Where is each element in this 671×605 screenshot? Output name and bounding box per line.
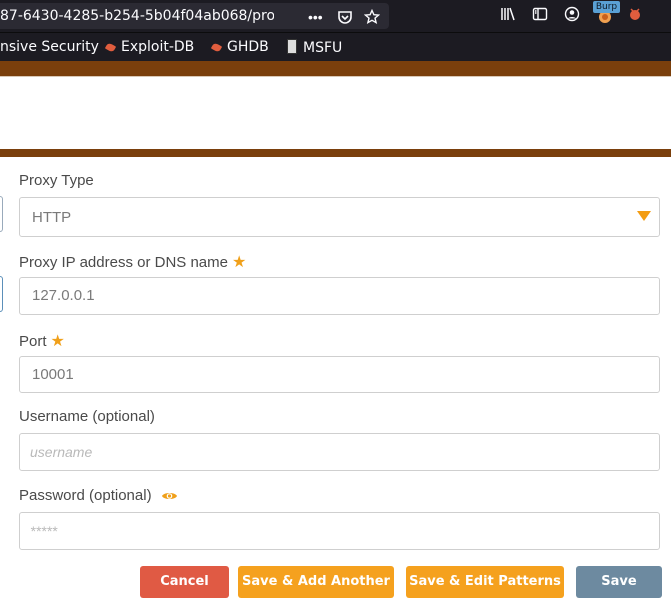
username-placeholder: username: [30, 444, 93, 460]
password-placeholder: *****: [30, 523, 58, 539]
bookmark-label: nsive Security: [0, 39, 99, 55]
username-field[interactable]: username: [19, 433, 660, 471]
bookmark-offensive-security[interactable]: nsive Security: [0, 39, 99, 55]
bookmark-ghdb[interactable]: GHDB: [210, 39, 269, 55]
password-label: Password (optional): [19, 487, 178, 506]
proxy-type-select[interactable]: HTTP: [19, 197, 660, 237]
bookmark-label: MSFU: [303, 40, 343, 56]
bookmark-label: GHDB: [227, 39, 269, 55]
port-label-text: Port: [19, 333, 47, 350]
proxy-ip-value: 127.0.0.1: [32, 287, 95, 304]
port-value: 10001: [32, 366, 74, 383]
ghdb-icon: [210, 42, 223, 53]
save-edit-patterns-button[interactable]: Save & Edit Patterns: [406, 566, 564, 598]
eye-icon[interactable]: [161, 489, 178, 506]
header-band-line: [0, 76, 671, 77]
bookmarks-toolbar: nsive Security Exploit-DB GHDB MSFU: [0, 32, 671, 62]
url-text[interactable]: 87-6430-4285-b254-5b04f04ab068/pro: [0, 8, 274, 24]
left-panel-edge: [0, 276, 3, 312]
proxy-ip-label: Proxy IP address or DNS name ★: [19, 252, 246, 272]
save-add-another-button[interactable]: Save & Add Another: [238, 566, 394, 598]
sidebar-icon[interactable]: [532, 6, 548, 25]
msfu-icon: [287, 39, 297, 54]
bookmark-label: Exploit-DB: [121, 39, 195, 55]
header-band-top: [0, 61, 671, 77]
proxy-type-value: HTTP: [32, 209, 72, 226]
username-label: Username (optional): [19, 408, 155, 425]
required-star-icon: ★: [50, 333, 65, 350]
header-band-bottom: [0, 149, 671, 157]
extension-icon[interactable]: [627, 6, 643, 25]
browser-toolbar: 87-6430-4285-b254-5b04f04ab068/pro ••• B…: [0, 0, 671, 32]
bookmark-exploit-db[interactable]: Exploit-DB: [104, 39, 195, 55]
url-bar[interactable]: 87-6430-4285-b254-5b04f04ab068/pro •••: [0, 3, 389, 29]
account-icon[interactable]: [564, 6, 580, 25]
pocket-icon[interactable]: [337, 9, 353, 28]
burp-badge: Burp: [593, 1, 620, 13]
exploit-db-icon: [104, 42, 117, 53]
port-label: Port ★: [19, 331, 65, 351]
proxy-ip-label-text: Proxy IP address or DNS name: [19, 254, 228, 271]
proxy-ip-field[interactable]: 127.0.0.1: [19, 277, 660, 315]
password-field[interactable]: *****: [19, 512, 660, 550]
port-field[interactable]: 10001: [19, 356, 660, 393]
password-label-text: Password (optional): [19, 487, 152, 504]
cancel-button[interactable]: Cancel: [140, 566, 229, 598]
more-actions-icon[interactable]: •••: [308, 9, 323, 25]
library-icon[interactable]: [500, 6, 516, 25]
left-panel-edge: [0, 196, 3, 232]
required-star-icon: ★: [231, 254, 247, 271]
bookmark-star-icon[interactable]: [363, 8, 381, 28]
proxy-type-label: Proxy Type: [19, 172, 94, 189]
chevron-down-icon: [637, 211, 651, 221]
save-button[interactable]: Save: [576, 566, 662, 598]
bookmark-msfu[interactable]: MSFU: [287, 39, 342, 56]
